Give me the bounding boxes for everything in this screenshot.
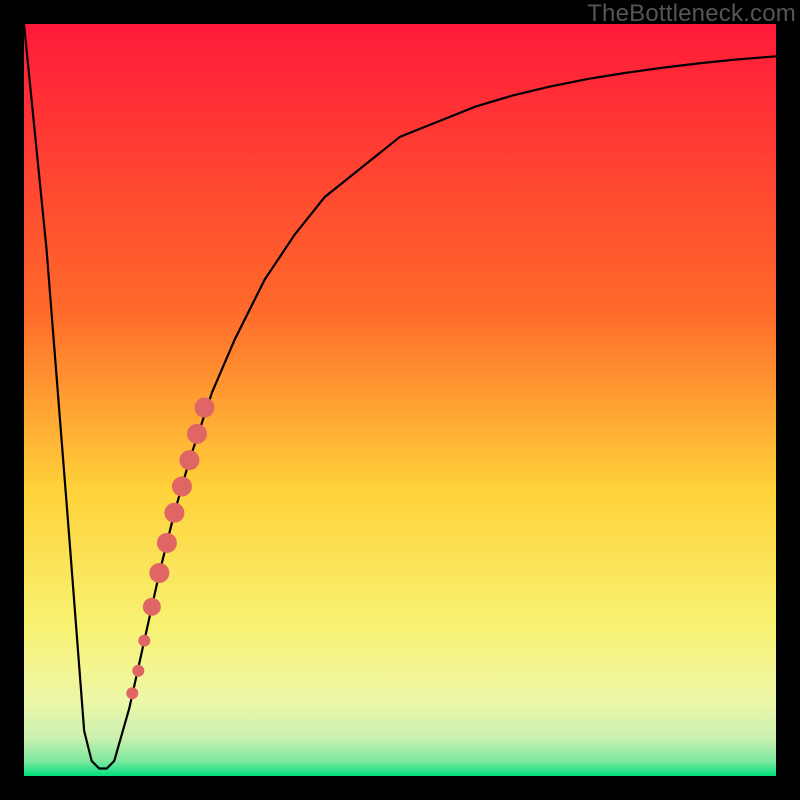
chart-frame: TheBottleneck.com (0, 0, 800, 800)
marker-point (172, 476, 192, 496)
marker-point (126, 687, 138, 699)
marker-group (126, 398, 214, 700)
marker-point (149, 563, 169, 583)
marker-point (187, 424, 207, 444)
marker-point (138, 635, 150, 647)
bottleneck-curve (24, 24, 776, 768)
plot-area (24, 24, 776, 776)
marker-point (157, 533, 177, 553)
marker-point (132, 665, 144, 677)
watermark-text: TheBottleneck.com (587, 0, 796, 28)
marker-point (143, 598, 161, 616)
marker-point (194, 398, 214, 418)
curve-layer (24, 24, 776, 776)
marker-point (164, 503, 184, 523)
marker-point (179, 450, 199, 470)
